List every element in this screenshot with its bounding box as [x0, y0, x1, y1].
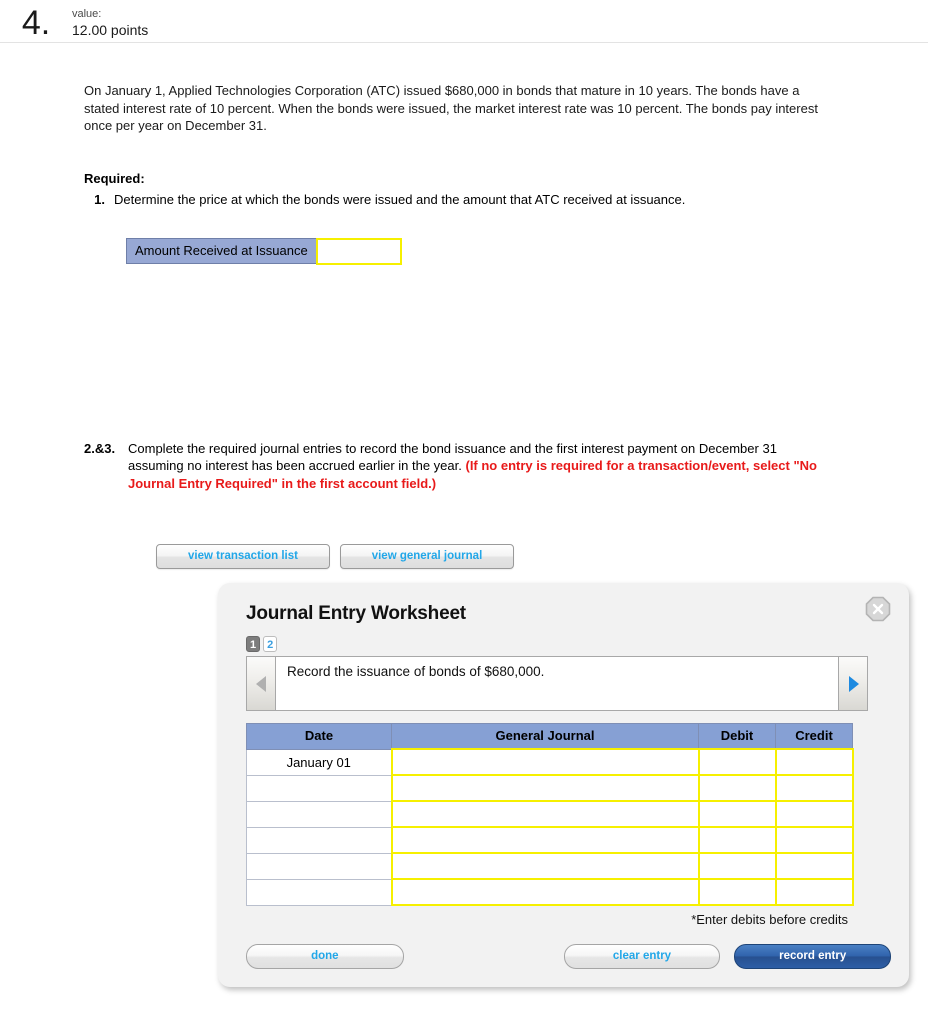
arrow-right-icon[interactable]	[838, 657, 867, 710]
cell-credit-input[interactable]	[776, 776, 852, 800]
cell-credit[interactable]	[774, 774, 854, 802]
record-entry-button[interactable]: record entry	[734, 944, 892, 969]
journal-entry-table: Date General Journal Debit Credit Januar…	[246, 723, 854, 906]
cell-general-journal-input[interactable]	[392, 854, 698, 878]
view-transaction-list-button[interactable]: view transaction list	[156, 544, 330, 569]
journal-table-header-row: Date General Journal Debit Credit	[246, 723, 853, 750]
table-row	[246, 774, 854, 802]
cell-general-journal-input[interactable]	[392, 802, 698, 826]
cell-credit-input[interactable]	[776, 880, 852, 904]
cell-general-journal[interactable]	[390, 800, 700, 828]
section-2-and-3-number: 2.&3.	[84, 440, 116, 456]
required-item-1: 1. Determine the price at which the bond…	[84, 191, 928, 208]
cell-date	[246, 774, 392, 802]
column-header-general-journal: General Journal	[391, 723, 699, 750]
cell-date	[246, 826, 392, 854]
question-value-block: value: 12.00 points	[72, 4, 148, 39]
cell-general-journal-input[interactable]	[392, 750, 698, 774]
cell-credit[interactable]	[774, 748, 854, 776]
pager-tab-1[interactable]: 1	[246, 636, 261, 652]
cell-general-journal-input[interactable]	[392, 776, 698, 800]
cell-date	[246, 800, 392, 828]
cell-debit-input[interactable]	[699, 776, 775, 800]
column-header-credit: Credit	[775, 723, 853, 750]
question-header: 4. value: 12.00 points	[0, 0, 928, 42]
cell-date	[246, 878, 392, 906]
cell-debit[interactable]	[697, 748, 777, 776]
table-row	[246, 878, 854, 906]
done-button[interactable]: done	[246, 944, 404, 969]
amount-received-table: Amount Received at Issuance	[125, 237, 402, 265]
journal-entry-worksheet-panel: Journal Entry Worksheet 1 2 Record the i…	[218, 583, 909, 987]
cell-credit-input[interactable]	[776, 802, 852, 826]
cell-credit-input[interactable]	[776, 750, 852, 774]
header-divider	[0, 42, 928, 43]
required-item-text: Determine the price at which the bonds w…	[114, 191, 686, 207]
question-number: 4.	[21, 4, 51, 42]
cell-date	[246, 852, 392, 880]
cell-debit[interactable]	[697, 800, 777, 828]
arrow-left-icon[interactable]	[247, 657, 276, 710]
problem-statement: On January 1, Applied Technologies Corpo…	[84, 83, 818, 133]
clear-entry-button[interactable]: clear entry	[563, 944, 721, 969]
amount-received-cell[interactable]	[315, 237, 402, 265]
cell-general-journal-input[interactable]	[392, 828, 698, 852]
cell-general-journal[interactable]	[390, 748, 700, 776]
cell-general-journal[interactable]	[390, 852, 700, 880]
worksheet-button-row: done clear entry record entry	[246, 944, 892, 969]
cell-credit[interactable]	[774, 852, 854, 880]
table-row: January 01	[246, 748, 854, 776]
value-points: 12.00 points	[72, 22, 149, 38]
column-header-date: Date	[246, 723, 392, 750]
instruction-text: Record the issuance of bonds of $680,000…	[276, 657, 838, 710]
cell-general-journal[interactable]	[390, 774, 700, 802]
pager-tab-2[interactable]: 2	[263, 636, 278, 652]
cell-date: January 01	[246, 748, 392, 776]
view-button-row: view transaction list view general journ…	[156, 544, 928, 569]
column-header-debit: Debit	[698, 723, 776, 750]
value-label: value:	[72, 8, 102, 20]
question-content: On January 1, Applied Technologies Corpo…	[0, 82, 928, 987]
debits-before-credits-note: *Enter debits before credits	[691, 912, 848, 927]
cell-general-journal[interactable]	[390, 878, 700, 906]
cell-debit-input[interactable]	[699, 828, 775, 852]
amount-received-label: Amount Received at Issuance	[125, 238, 318, 264]
section-2-and-3-body: Complete the required journal entries to…	[128, 440, 828, 493]
worksheet-pager: 1 2	[246, 636, 909, 652]
cell-credit-input[interactable]	[776, 854, 852, 878]
cell-debit[interactable]	[697, 878, 777, 906]
worksheet-title: Journal Entry Worksheet	[246, 603, 466, 624]
instruction-bar: Record the issuance of bonds of $680,000…	[246, 656, 868, 711]
table-row	[246, 826, 854, 854]
cell-debit-input[interactable]	[699, 750, 775, 774]
cell-debit-input[interactable]	[699, 854, 775, 878]
view-general-journal-button[interactable]: view general journal	[340, 544, 514, 569]
cell-debit-input[interactable]	[699, 880, 775, 904]
cell-credit[interactable]	[774, 826, 854, 854]
amount-received-input[interactable]	[317, 240, 400, 262]
cell-credit-input[interactable]	[776, 828, 852, 852]
journal-table-body: January 01	[246, 748, 854, 906]
section-2-and-3: 2.&3. Complete the required journal entr…	[84, 440, 928, 493]
cell-credit[interactable]	[774, 878, 854, 906]
amount-received-row: Amount Received at Issuance	[125, 237, 402, 265]
cell-debit-input[interactable]	[699, 802, 775, 826]
table-row	[246, 800, 854, 828]
required-heading: Required:	[84, 170, 145, 186]
required-item-number: 1.	[94, 191, 105, 207]
cell-general-journal[interactable]	[390, 826, 700, 854]
close-icon[interactable]	[865, 596, 891, 622]
cell-general-journal-input[interactable]	[392, 880, 698, 904]
cell-debit[interactable]	[697, 774, 777, 802]
cell-credit[interactable]	[774, 800, 854, 828]
table-row	[246, 852, 854, 880]
cell-debit[interactable]	[697, 852, 777, 880]
cell-debit[interactable]	[697, 826, 777, 854]
